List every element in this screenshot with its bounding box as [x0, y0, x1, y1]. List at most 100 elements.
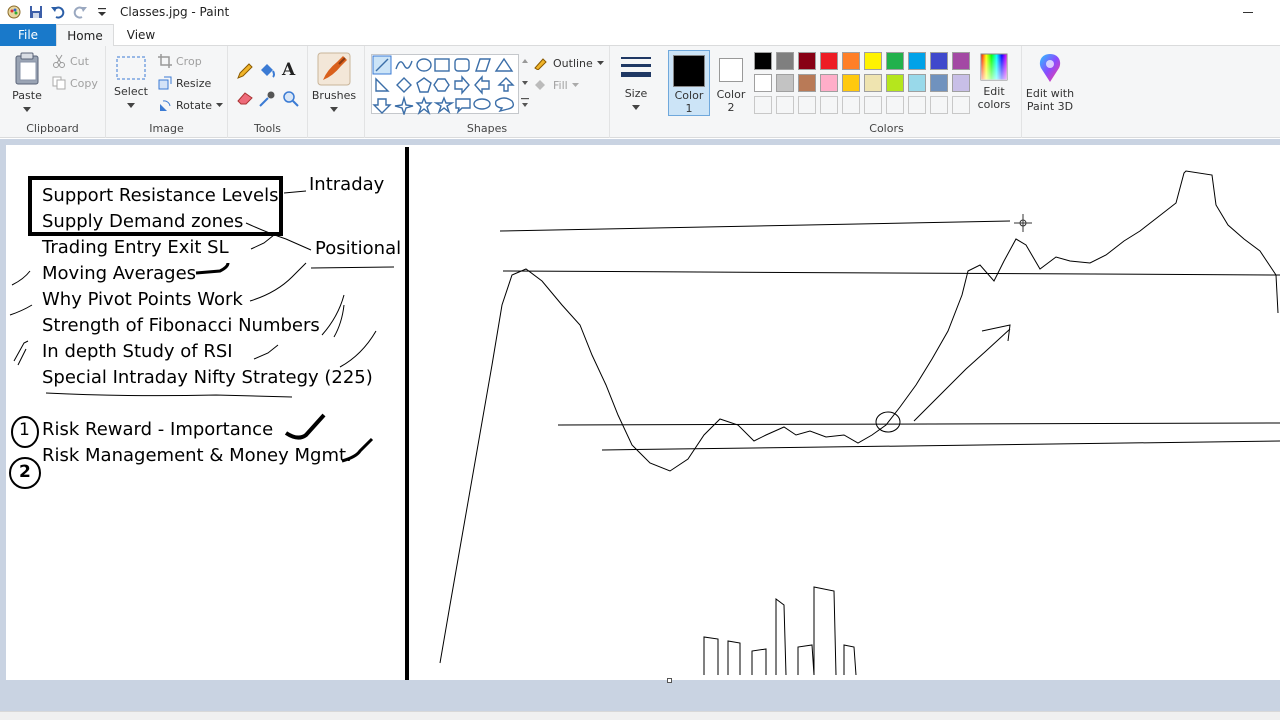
undo-icon[interactable]	[50, 4, 66, 20]
resize-label: Resize	[176, 76, 212, 90]
color-swatch[interactable]	[930, 74, 948, 92]
minimize-button[interactable]	[1238, 2, 1258, 22]
resize-button[interactable]: Resize	[158, 76, 211, 90]
color1-button[interactable]: Color 1	[668, 50, 710, 116]
color2-button[interactable]: Color 2	[712, 50, 750, 116]
custom-color-slot[interactable]	[776, 96, 794, 114]
custom-color-slot[interactable]	[930, 96, 948, 114]
tab-view[interactable]: View	[118, 24, 164, 46]
color-swatch[interactable]	[930, 52, 948, 70]
shapes-gallery-scrollbar[interactable]	[519, 54, 531, 114]
color-swatch[interactable]	[776, 74, 794, 92]
color-swatch[interactable]	[842, 52, 860, 70]
color-swatch[interactable]	[754, 52, 772, 70]
crop-icon	[158, 54, 172, 68]
chevron-down-icon	[127, 103, 135, 108]
line-size-icon	[621, 57, 651, 77]
paint3d-icon	[1039, 54, 1061, 82]
resize-icon	[158, 76, 172, 90]
drawing-canvas[interactable]: Support Resistance Levels Supply Demand …	[6, 145, 1280, 680]
size-button[interactable]: Size	[614, 54, 658, 113]
shapes-gallery	[371, 54, 519, 115]
custom-color-slot[interactable]	[886, 96, 904, 114]
color2-label: Color	[716, 88, 746, 101]
paste-button[interactable]: Paste	[8, 52, 46, 115]
color-swatch[interactable]	[908, 74, 926, 92]
canvas-text-positional: Positional	[315, 238, 402, 259]
canvas-text-risk-reward: Risk Reward - Importance	[42, 419, 274, 440]
custom-color-slot[interactable]	[864, 96, 882, 114]
rotate-icon	[160, 100, 171, 111]
text-tool-icon[interactable]: A	[282, 60, 295, 80]
cut-button[interactable]: Cut	[52, 54, 89, 68]
group-colors: Edit colors Colors	[752, 46, 1022, 138]
brushes-button[interactable]: Brushes	[310, 52, 358, 115]
custom-color-slot[interactable]	[952, 96, 970, 114]
chevron-down-icon	[571, 83, 579, 87]
eraser-icon[interactable]	[236, 90, 254, 109]
color-swatch[interactable]	[864, 52, 882, 70]
canvas-text-rsi: In depth Study of RSI	[42, 341, 233, 362]
shapes-gallery-icons	[372, 55, 515, 115]
copy-button[interactable]: Copy	[52, 76, 98, 90]
fill-bucket-icon	[535, 80, 545, 90]
color-swatch[interactable]	[886, 52, 904, 70]
ribbon-tabs: File Home View	[0, 24, 1280, 47]
customize-quick-access-icon[interactable]	[94, 4, 110, 20]
tab-file[interactable]: File	[0, 24, 56, 46]
save-icon[interactable]	[28, 4, 44, 20]
brushes-label: Brushes	[311, 89, 357, 102]
edit-colors-button[interactable]: Edit colors	[974, 52, 1014, 111]
canvas-text-nifty-strategy: Special Intraday Nifty Strategy (225)	[42, 367, 373, 388]
copy-label: Copy	[70, 76, 98, 90]
brush-icon	[317, 52, 351, 86]
canvas-text-pivot-points: Why Pivot Points Work	[42, 289, 243, 310]
fill-bucket-icon[interactable]	[258, 62, 276, 83]
color-swatch[interactable]	[820, 74, 838, 92]
color-swatch[interactable]	[886, 74, 904, 92]
fill-button[interactable]: Fill	[533, 78, 579, 92]
canvas-resize-handle[interactable]	[667, 678, 672, 683]
size-label: Size	[624, 87, 648, 100]
custom-color-slot[interactable]	[820, 96, 838, 114]
pencil-icon[interactable]	[236, 62, 254, 83]
color2-swatch	[719, 58, 743, 82]
color-picker-icon[interactable]	[258, 90, 276, 111]
paint-app-icon[interactable]	[6, 4, 22, 20]
color-swatch[interactable]	[798, 52, 816, 70]
custom-color-slot[interactable]	[908, 96, 926, 114]
custom-color-slot[interactable]	[798, 96, 816, 114]
edit-with-paint3d-button[interactable]: Edit with Paint 3D	[1024, 52, 1076, 113]
crop-button[interactable]: Crop	[158, 54, 202, 68]
color-swatch[interactable]	[798, 74, 816, 92]
color-swatch[interactable]	[864, 74, 882, 92]
color-swatch[interactable]	[820, 52, 838, 70]
custom-color-slot[interactable]	[842, 96, 860, 114]
scissors-icon	[53, 54, 65, 68]
chevron-down-icon	[632, 105, 640, 110]
canvas-text-fibonacci: Strength of Fibonacci Numbers	[42, 315, 320, 336]
group-tools: A Tools	[228, 46, 308, 138]
paint3d-label-2: Paint 3D	[1026, 100, 1074, 113]
outline-button[interactable]: Outline	[533, 56, 604, 70]
canvas-text-number-2: 2	[19, 462, 31, 482]
canvas-text-moving-averages: Moving Averages	[42, 263, 197, 284]
color-swatch[interactable]	[952, 52, 970, 70]
redo-icon[interactable]	[72, 4, 88, 20]
color-swatch[interactable]	[952, 74, 970, 92]
vertical-divider-line	[405, 147, 409, 680]
color-swatch[interactable]	[776, 52, 794, 70]
color1-swatch	[673, 55, 705, 87]
custom-color-slot[interactable]	[754, 96, 772, 114]
status-bar	[0, 711, 1280, 720]
color-swatch[interactable]	[754, 74, 772, 92]
select-button[interactable]: Select	[112, 54, 150, 111]
ribbon: Paste Cut Copy Clipboard Select Crop Res…	[0, 46, 1280, 138]
color-swatch[interactable]	[908, 52, 926, 70]
canvas-text-number-1: 1	[19, 420, 30, 440]
magnifier-icon[interactable]	[282, 90, 300, 111]
rotate-button[interactable]: Rotate	[158, 98, 224, 112]
tab-home[interactable]: Home	[56, 24, 114, 47]
color-swatch[interactable]	[842, 74, 860, 92]
image-group-label: Image	[149, 122, 184, 135]
